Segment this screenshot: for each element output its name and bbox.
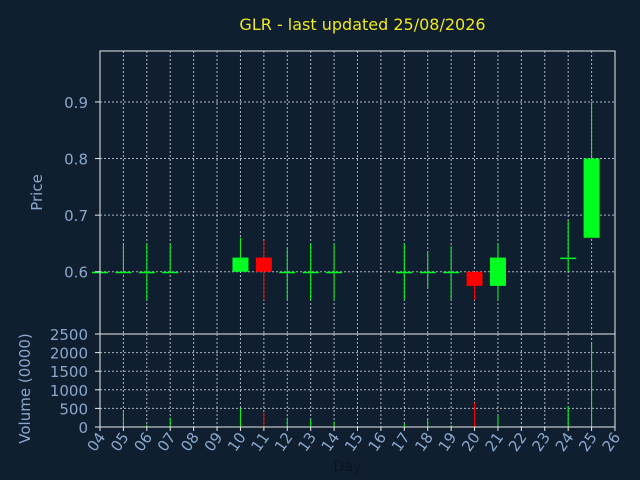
volume-bars <box>99 343 593 427</box>
xtick-label: 07 <box>154 429 180 455</box>
volume-ytick-label: 0 <box>78 419 88 437</box>
xtick-label: 12 <box>271 429 297 455</box>
candle-body <box>115 271 132 274</box>
stock-chart: 0.6 0.7 0.8 0.9 GLR - last updated 25/08/20… <box>16 15 624 475</box>
volume-panel: 0500100015002000250004050607080910111213… <box>16 326 624 475</box>
candle-body <box>396 271 413 274</box>
volume-ytick-label: 1000 <box>50 382 88 400</box>
xtick-label: 06 <box>130 429 156 455</box>
candle-body <box>466 271 483 286</box>
xtick-label: 14 <box>318 429 344 455</box>
volume-ytick-label: 1500 <box>50 363 88 381</box>
chart-stage: 0.6 0.7 0.8 0.9 GLR - last updated 25/08/20… <box>0 0 640 480</box>
candle-body <box>489 257 506 286</box>
xtick-label: 09 <box>201 429 227 455</box>
xtick-label: 17 <box>388 429 414 455</box>
candle-body <box>232 257 249 272</box>
xtick-label: 05 <box>107 429 133 455</box>
xtick-label: 15 <box>341 429 367 455</box>
candle-body <box>162 271 179 274</box>
candle-body <box>560 257 577 260</box>
price-candles <box>92 101 600 301</box>
candle-body <box>443 271 460 274</box>
xtick-label: 19 <box>435 429 461 455</box>
price-grid <box>100 51 615 334</box>
x-axis-label: Day <box>334 459 362 475</box>
volume-ytick-label: 500 <box>59 400 88 418</box>
price-ytick-label: 0.9 <box>64 94 88 112</box>
xtick-label: 25 <box>575 429 601 455</box>
chart-title: GLR - last updated 25/08/2026 <box>239 15 485 34</box>
xtick-label: 08 <box>177 429 203 455</box>
price-ticks: 0.6 0.7 0.8 0.9 <box>64 94 100 282</box>
xtick-label: 23 <box>528 429 554 455</box>
candle-body <box>326 271 343 274</box>
price-panel: 0.6 0.7 0.8 0.9 GLR - last updated 25/08/20… <box>28 15 616 335</box>
price-ytick-label: 0.8 <box>64 151 88 169</box>
candle-body <box>279 271 296 274</box>
volume-ytick-label: 2500 <box>50 326 88 344</box>
xtick-label: 24 <box>552 429 578 455</box>
xtick-label: 21 <box>482 429 508 455</box>
candle-body <box>583 158 600 238</box>
xtick-label: 18 <box>411 429 437 455</box>
xtick-label: 22 <box>505 429 531 455</box>
price-ytick-label: 0.7 <box>64 207 88 225</box>
volume-axis-label: Volume (0000) <box>16 333 34 443</box>
xtick-label: 11 <box>247 429 273 455</box>
volume-ytick-label: 2000 <box>50 345 88 363</box>
xtick-label: 26 <box>599 429 625 455</box>
volume-grid <box>100 334 615 427</box>
xtick-label: 20 <box>458 429 484 455</box>
candle-body <box>419 271 436 274</box>
xtick-label: 13 <box>294 429 320 455</box>
candle-body <box>255 257 272 272</box>
candle-body <box>302 271 319 274</box>
xtick-label: 16 <box>364 429 390 455</box>
price-ytick-label: 0.6 <box>64 264 88 282</box>
price-axis-label: Price <box>28 174 46 211</box>
volume-ticks: 0500100015002000250004050607080910111213… <box>50 326 624 455</box>
xtick-label: 10 <box>224 429 250 455</box>
candle-body <box>138 271 155 274</box>
